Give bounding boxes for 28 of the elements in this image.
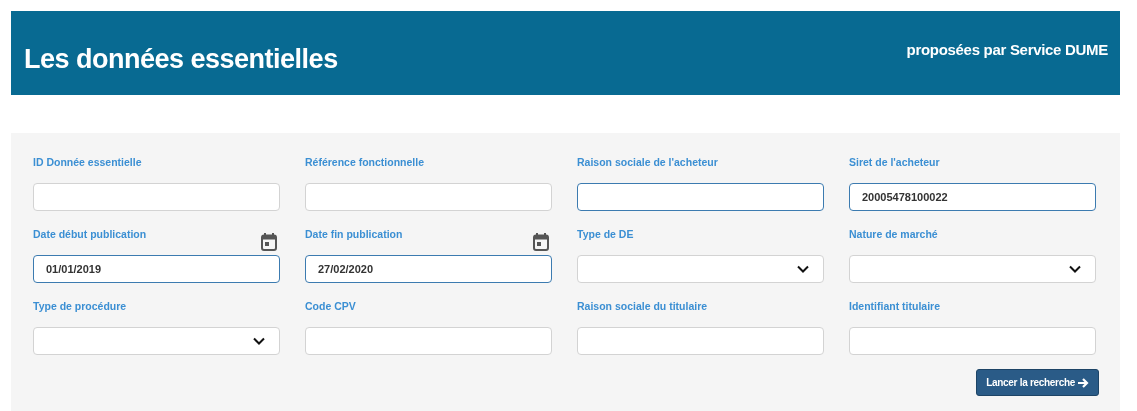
- dropdown-field[interactable]: [33, 327, 280, 355]
- calendar-icon[interactable]: [261, 233, 277, 251]
- field-label: Siret de l'acheteur: [849, 156, 940, 168]
- field-label: ID Donnée essentielle: [33, 156, 142, 168]
- chevron-down-icon: [1069, 265, 1081, 273]
- dropdown-field[interactable]: [577, 255, 824, 283]
- field-label: Type de DE: [577, 228, 634, 240]
- field-label: Date début publication: [33, 228, 147, 240]
- page-title: Les données essentielles: [24, 44, 338, 75]
- field-label: Nature de marché: [849, 228, 938, 240]
- dropdown-field[interactable]: [849, 255, 1096, 283]
- field-label: Raison sociale du titulaire: [577, 300, 708, 312]
- input-field[interactable]: 20005478100022: [849, 183, 1096, 211]
- input-field[interactable]: [577, 183, 824, 211]
- calendar-icon[interactable]: [533, 233, 549, 251]
- chevron-down-icon: [253, 337, 265, 345]
- date-field[interactable]: 01/01/2019: [33, 255, 280, 283]
- field-label: Type de procédure: [33, 300, 127, 312]
- field-label: Identifiant titulaire: [849, 300, 940, 312]
- date-field[interactable]: 27/02/2020: [305, 255, 552, 283]
- field-label: Code CPV: [305, 300, 356, 312]
- chevron-down-icon: [797, 265, 809, 273]
- field-label: Référence fonctionnelle: [305, 156, 425, 168]
- field-label: Raison sociale de l'acheteur: [577, 156, 718, 168]
- field-label: Date fin publication: [305, 228, 403, 240]
- arrow-right-icon: [1078, 377, 1089, 388]
- page-subtitle: proposées par Service DUME: [906, 41, 1108, 58]
- search-button[interactable]: Lancer la recherche: [976, 369, 1099, 396]
